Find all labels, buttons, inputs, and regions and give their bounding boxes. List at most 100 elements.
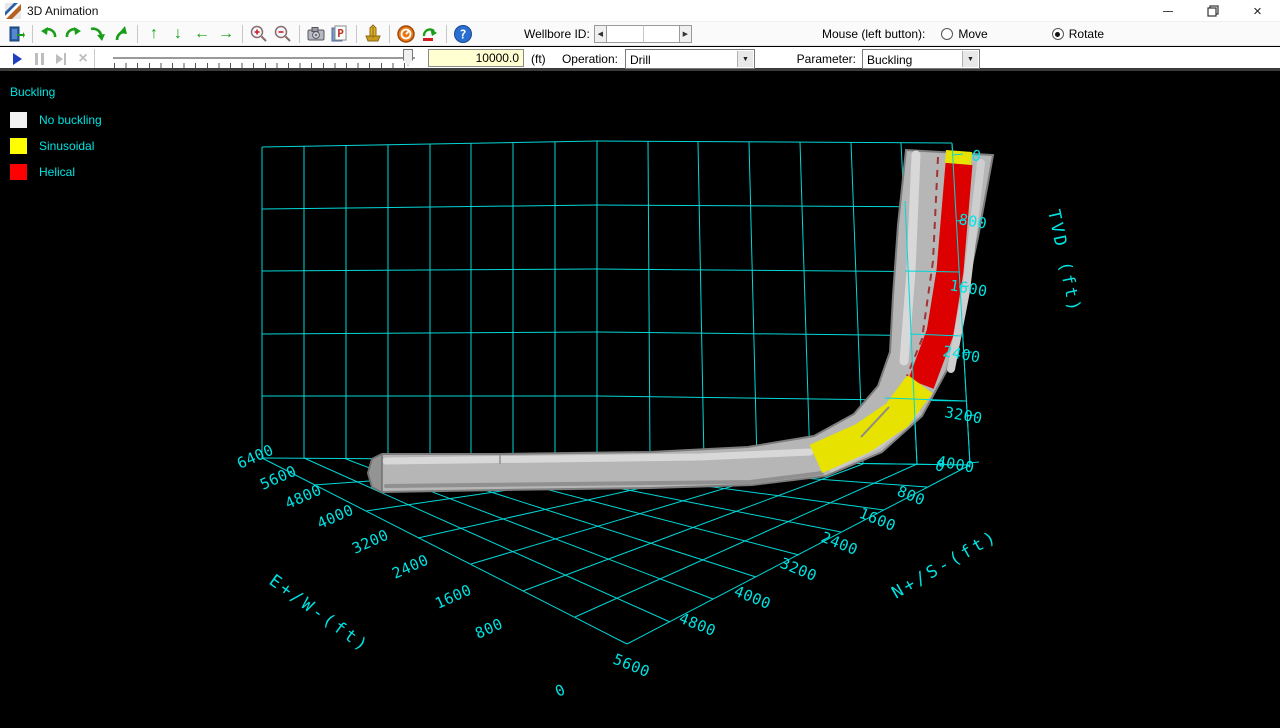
mouse-rotate-label: Rotate	[1069, 27, 1104, 41]
rotate-left-button[interactable]	[37, 23, 61, 45]
svg-text:1600: 1600	[432, 581, 474, 613]
rotate-back-button[interactable]	[109, 23, 133, 45]
radio-circle-icon	[1052, 28, 1064, 40]
help-icon: ?	[453, 24, 473, 44]
svg-text:4800: 4800	[677, 609, 719, 640]
pan-left-icon: ←	[194, 26, 210, 42]
toolbar-separator	[389, 25, 390, 43]
legend-item: No buckling	[10, 111, 102, 128]
no-buckling-swatch	[10, 112, 27, 128]
drill-bit-icon	[363, 24, 383, 44]
wellbore-next-button[interactable]: ▶	[679, 25, 692, 43]
toolbar-separator	[137, 25, 138, 43]
rotate-forward-icon	[87, 24, 107, 44]
parameter-dropdown[interactable]: Buckling ▼	[862, 49, 980, 69]
rotate-forward-button[interactable]	[85, 23, 109, 45]
surface-sinusoidal-segment	[958, 151, 959, 164]
operation-dropdown[interactable]: Drill ▼	[625, 49, 755, 69]
play-icon	[13, 53, 22, 65]
pause-button[interactable]	[30, 50, 48, 68]
zoom-in-button[interactable]	[247, 23, 271, 45]
zoom-in-icon	[249, 24, 269, 44]
animation-speed-button[interactable]	[394, 23, 418, 45]
play-button[interactable]	[8, 50, 26, 68]
svg-text:3200: 3200	[778, 554, 820, 585]
close-icon: ×	[1253, 4, 1262, 19]
window-title: 3D Animation	[27, 4, 98, 18]
wellbore-id-field-1[interactable]	[607, 25, 643, 43]
legend-item-label: Helical	[39, 165, 75, 179]
build-sinusoidal-segment	[816, 384, 920, 459]
parameter-label: Parameter:	[790, 52, 856, 66]
help-button[interactable]: ?	[451, 23, 475, 45]
svg-text:800: 800	[895, 482, 928, 509]
pause-icon	[35, 53, 44, 65]
step-button[interactable]	[52, 50, 70, 68]
rotate-back-icon	[111, 24, 131, 44]
drill-bit-button[interactable]	[361, 23, 385, 45]
pan-left-button[interactable]: ←	[190, 23, 214, 45]
title-bar: 3D Animation ×	[0, 0, 1280, 22]
snapshot-button[interactable]	[304, 23, 328, 45]
copy-to-powerpoint-button[interactable]: P	[328, 23, 352, 45]
legend-item: Helical	[10, 163, 102, 180]
wellbore-3d-plot: 0 800 1600 2400 3200 4000 0 800 1600 240…	[0, 71, 1280, 728]
reset-button[interactable]	[418, 23, 442, 45]
depth-slider-track[interactable]	[113, 57, 415, 59]
helical-swatch	[10, 164, 27, 180]
wellbore-id-field-2[interactable]	[643, 25, 679, 43]
reset-icon	[420, 24, 440, 44]
3d-grid	[262, 141, 970, 644]
animation-control-bar: × (ft) Operation: Drill ▼ Parameter: Buc…	[0, 47, 1280, 71]
svg-text:4800: 4800	[282, 481, 324, 513]
zoom-out-icon	[273, 24, 293, 44]
pan-up-icon: ↑	[150, 26, 158, 42]
mouse-mode-group: Mouse (left button): Move Rotate	[822, 23, 1104, 45]
pan-up-button[interactable]: ↑	[142, 23, 166, 45]
depth-input[interactable]	[428, 49, 524, 67]
minimize-button[interactable]	[1145, 0, 1190, 22]
legend-item: Sinusoidal	[10, 137, 102, 154]
rotate-right-button[interactable]	[61, 23, 85, 45]
pan-right-button[interactable]: →	[214, 23, 238, 45]
wellbore-id-label: Wellbore ID:	[524, 27, 590, 41]
ns-tick-labels: 0 800 1600 2400 3200 4000 4800 5600	[611, 456, 949, 681]
stop-icon: ×	[78, 51, 87, 67]
toolbar-separator	[299, 25, 300, 43]
operation-value: Drill	[630, 53, 651, 67]
dropdown-arrow-icon[interactable]: ▼	[737, 51, 753, 67]
legend-item-label: No buckling	[39, 113, 102, 127]
close-button[interactable]: ×	[1235, 0, 1280, 22]
svg-text:3200: 3200	[349, 526, 391, 558]
toolbar-separator	[242, 25, 243, 43]
exit-button[interactable]	[4, 23, 28, 45]
dropdown-arrow-icon[interactable]: ▼	[962, 51, 978, 67]
mouse-move-radio[interactable]: Move	[941, 27, 987, 41]
speed-dial-icon	[396, 24, 416, 44]
depth-slider-ticks	[114, 63, 414, 68]
wellbore-prev-button[interactable]: ◀	[594, 25, 607, 43]
toolbar-separator	[32, 25, 33, 43]
3d-viewport[interactable]: Buckling No buckling Sinusoidal Helical	[0, 71, 1280, 728]
zoom-out-button[interactable]	[271, 23, 295, 45]
svg-text:0: 0	[552, 680, 568, 700]
mouse-rotate-radio[interactable]: Rotate	[1052, 27, 1104, 41]
buckling-legend: Buckling No buckling Sinusoidal Helical	[10, 85, 102, 189]
mouse-move-label: Move	[958, 27, 987, 41]
stop-button[interactable]: ×	[74, 50, 92, 68]
sinusoidal-swatch	[10, 138, 27, 154]
app-icon	[5, 3, 21, 19]
pan-down-icon: ↓	[174, 26, 182, 42]
control-separator	[94, 49, 95, 68]
parameter-value: Buckling	[867, 53, 912, 67]
restore-icon	[1207, 5, 1219, 17]
svg-text:4000: 4000	[732, 582, 774, 613]
powerpoint-letter: P	[337, 27, 344, 40]
legend-title: Buckling	[10, 85, 102, 99]
ns-axis-title: N+/S-(ft)	[889, 526, 1002, 603]
spinner-right-icon: ▶	[683, 30, 688, 38]
maximize-button[interactable]	[1190, 0, 1235, 22]
radio-circle-icon	[941, 28, 953, 40]
pan-down-button[interactable]: ↓	[166, 23, 190, 45]
legend-item-label: Sinusoidal	[39, 139, 94, 153]
